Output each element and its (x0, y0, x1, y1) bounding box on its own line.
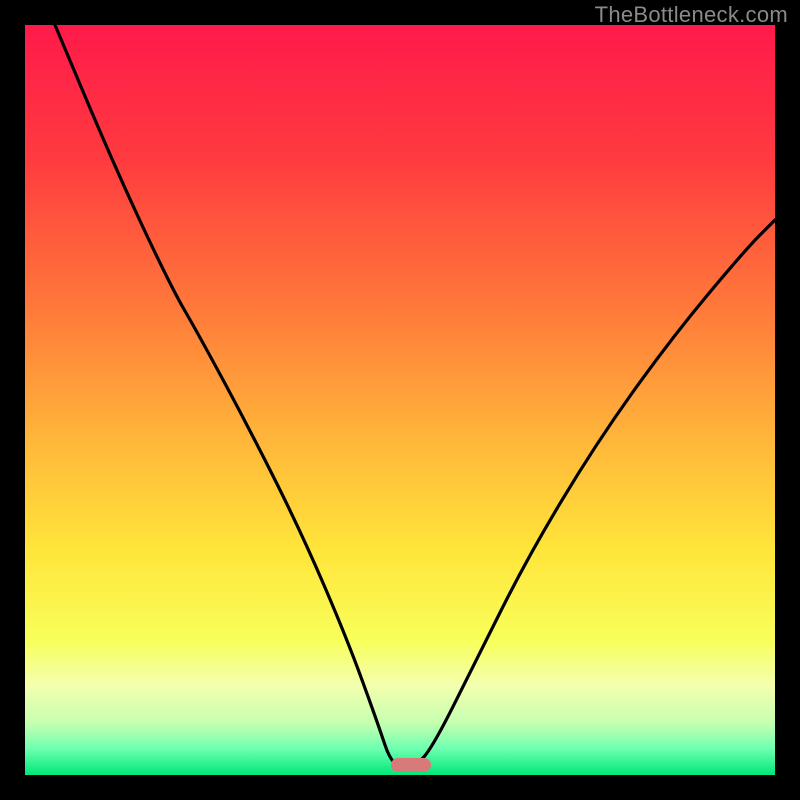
plot-area (25, 25, 775, 775)
outer-frame: TheBottleneck.com (0, 0, 800, 800)
severity-gradient (25, 25, 775, 775)
